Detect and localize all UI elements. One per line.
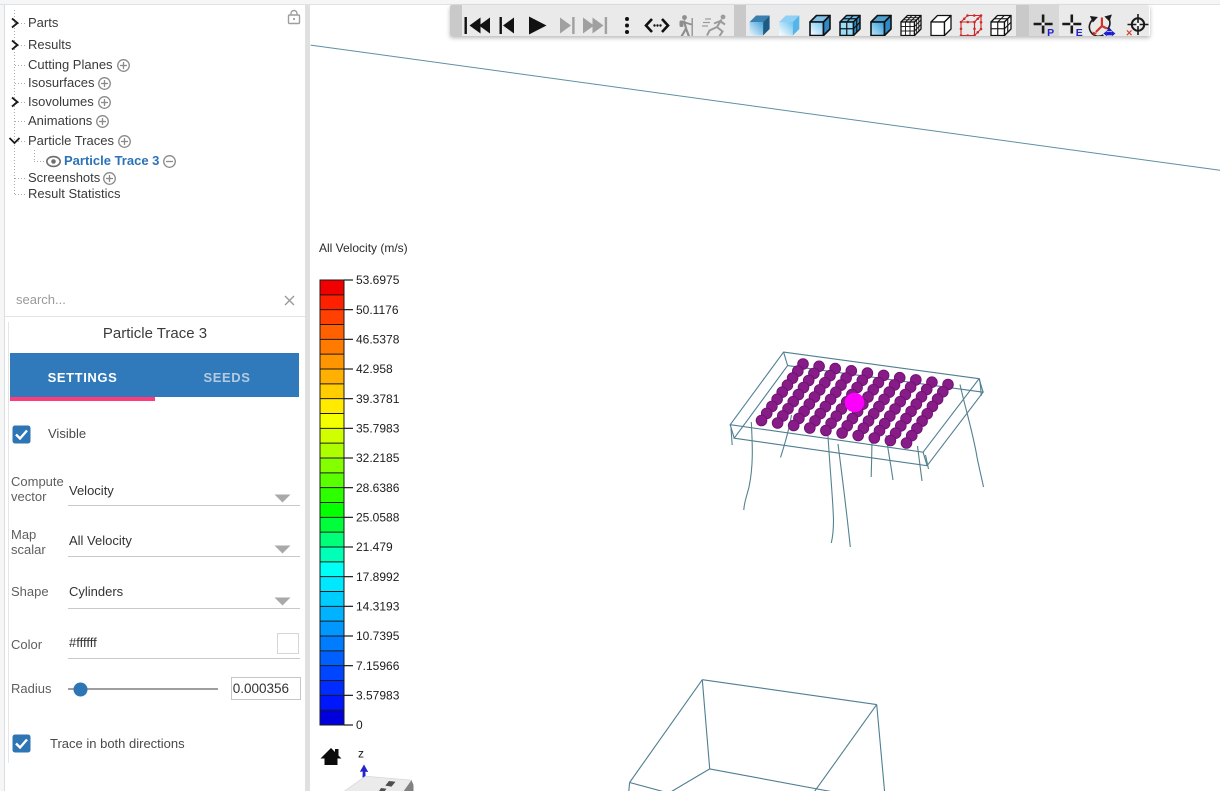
svg-text:17.8992: 17.8992 [356, 570, 400, 584]
svg-text:P: P [1047, 27, 1054, 36]
svg-text:39.3781: 39.3781 [356, 392, 400, 406]
svg-text:35.7983: 35.7983 [356, 422, 400, 436]
svg-text:×: × [1126, 28, 1132, 37]
svg-text:28.6386: 28.6386 [356, 481, 400, 495]
svg-text:32.2185: 32.2185 [356, 451, 400, 465]
svg-text:z: z [358, 747, 364, 761]
svg-text:14.3193: 14.3193 [356, 600, 400, 614]
svg-text:E: E [1076, 27, 1083, 36]
svg-text:50.1176: 50.1176 [356, 303, 399, 317]
svg-text:42.958: 42.958 [356, 362, 393, 376]
svg-text:10.7395: 10.7395 [356, 629, 400, 643]
svg-text:3.57983: 3.57983 [356, 689, 400, 703]
svg-text:All Velocity (m/s): All Velocity (m/s) [319, 241, 408, 255]
svg-text:53.6975: 53.6975 [356, 273, 400, 287]
svg-text:46.5378: 46.5378 [356, 333, 400, 347]
svg-text:0: 0 [356, 718, 363, 732]
svg-text:7.15966: 7.15966 [356, 659, 400, 673]
svg-text:25.0588: 25.0588 [356, 511, 400, 525]
svg-text:21.479: 21.479 [356, 540, 393, 554]
